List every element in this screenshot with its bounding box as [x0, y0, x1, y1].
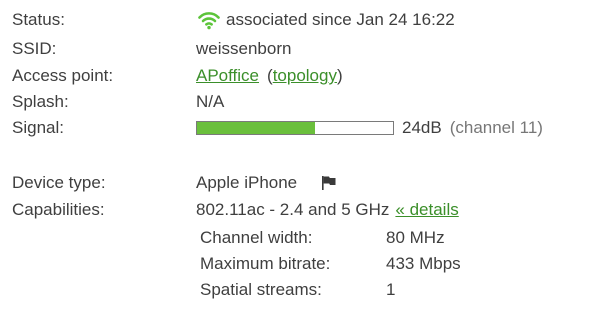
status-value: associated since Jan 24 16:22: [196, 8, 455, 32]
splash-value: N/A: [196, 92, 225, 111]
access-point-label: Access point:: [12, 66, 114, 85]
wifi-icon: [198, 12, 220, 30]
capabilities-text: 802.11ac - 2.4 and 5 GHz: [196, 200, 390, 219]
channel-width-label: Channel width:: [200, 228, 313, 247]
topology-link[interactable]: topology: [273, 64, 337, 88]
signal-strength-bar: [196, 121, 394, 135]
ssid-label: SSID:: [12, 39, 57, 58]
splash-label: Splash:: [12, 92, 69, 111]
signal-db: 24dB: [402, 118, 442, 137]
status-label: Status:: [12, 10, 65, 29]
details-link[interactable]: « details: [395, 198, 458, 222]
access-point-link[interactable]: APoffice: [196, 64, 259, 88]
capabilities-value: 802.11ac - 2.4 and 5 GHz « details: [196, 198, 459, 222]
device-type-text: Apple iPhone: [196, 173, 298, 192]
device-type-value: Apple iPhone: [196, 171, 337, 195]
signal-label: Signal:: [12, 118, 64, 137]
signal-strength-fill: [197, 122, 315, 134]
spatial-streams-label: Spatial streams:: [200, 280, 322, 299]
signal-value: 24dB (channel 11): [196, 116, 543, 140]
ssid-value: weissenborn: [196, 39, 292, 58]
capabilities-label: Capabilities:: [12, 200, 105, 219]
access-point-value: APoffice ( topology ): [196, 64, 343, 88]
signal-channel: (channel 11): [449, 118, 543, 137]
status-text: associated since Jan 24 16:22: [226, 10, 455, 29]
max-bitrate-label: Maximum bitrate:: [200, 254, 331, 273]
spatial-streams-value: 1: [386, 280, 396, 299]
device-type-label: Device type:: [12, 173, 106, 192]
flag-icon[interactable]: [321, 175, 337, 191]
channel-width-value: 80 MHz: [386, 228, 445, 247]
max-bitrate-value: 433 Mbps: [386, 254, 461, 273]
topology-close-paren: ): [336, 66, 343, 85]
